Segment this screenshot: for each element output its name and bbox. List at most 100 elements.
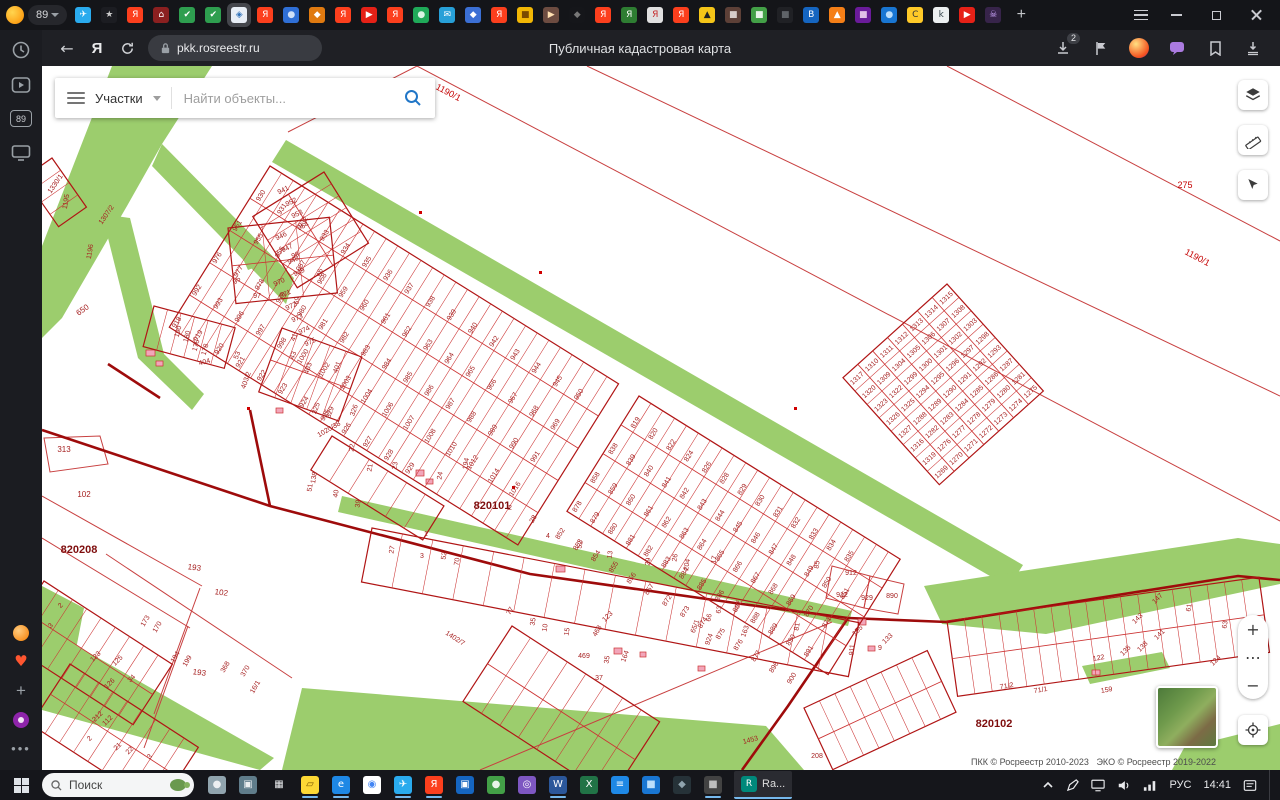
browser-tab[interactable]: ◈ — [227, 3, 252, 27]
browser-tab[interactable]: Я — [123, 3, 147, 27]
browser-tab[interactable]: Я — [591, 3, 615, 27]
taskbar-app-icon[interactable]: ▦ — [268, 772, 290, 798]
notification-icon[interactable] — [1243, 779, 1257, 792]
browser-tab[interactable]: Я — [487, 3, 511, 27]
basemap-preview[interactable] — [1156, 686, 1218, 748]
browser-tab[interactable]: Я — [331, 3, 355, 27]
browser-tab[interactable]: ■ — [747, 3, 771, 27]
browser-tab[interactable]: ▲ — [695, 3, 719, 27]
browser-tab[interactable]: Я — [643, 3, 667, 27]
taskbar-app-icon[interactable]: ✈ — [392, 772, 414, 798]
alice-icon[interactable] — [13, 712, 29, 728]
back-button[interactable]: ← — [52, 34, 82, 62]
browser-tab[interactable]: ● — [409, 3, 433, 27]
taskbar-app-icon[interactable]: ■ — [702, 772, 724, 798]
browser-tab[interactable]: Я — [253, 3, 277, 27]
history-clock-icon[interactable] — [11, 40, 31, 60]
download-panel-button[interactable] — [1242, 37, 1264, 59]
video-play-icon[interactable] — [11, 75, 31, 95]
taskbar-app-icon[interactable]: Я — [423, 772, 445, 798]
zoom-out-button[interactable]: − — [1238, 671, 1268, 699]
browser-tab[interactable]: Я — [617, 3, 641, 27]
start-button[interactable] — [0, 770, 42, 800]
messenger-button[interactable] — [1166, 37, 1188, 59]
browser-tab[interactable]: ✉ — [435, 3, 459, 27]
browser-tab[interactable]: C — [903, 3, 927, 27]
taskbar-app-button[interactable]: R Ra... — [734, 771, 793, 799]
browser-tab[interactable]: Я — [383, 3, 407, 27]
sidebar-more-button[interactable]: ••• — [11, 741, 31, 756]
browser-tab[interactable]: ✔ — [201, 3, 225, 27]
taskbar-app-icon[interactable]: ▱ — [299, 772, 321, 798]
downloads-button[interactable]: 2 — [1052, 33, 1080, 59]
taskbar-app-icon[interactable]: W — [547, 772, 569, 798]
browser-tab[interactable]: ⌂ — [149, 3, 173, 27]
browser-tab[interactable]: ◆ — [305, 3, 329, 27]
browser-tab[interactable]: ▶ — [357, 3, 381, 27]
display-icon[interactable] — [1091, 779, 1106, 792]
browser-tab[interactable]: ◆ — [565, 3, 589, 27]
taskbar-search[interactable]: Поиск — [42, 773, 194, 797]
browser-tab[interactable]: ☠ — [981, 3, 1005, 27]
browser-tab[interactable]: ◆ — [461, 3, 485, 27]
taskbar-app-icon[interactable]: ● — [485, 772, 507, 798]
new-tab-button[interactable]: + — [1009, 3, 1033, 27]
taskbar-app-icon[interactable]: ▣ — [454, 772, 476, 798]
refresh-button[interactable] — [112, 34, 142, 62]
browser-tab[interactable]: ✈ — [71, 3, 95, 27]
taskbar-app-icon[interactable]: X — [578, 772, 600, 798]
browser-tab[interactable]: ▶ — [539, 3, 563, 27]
volume-icon[interactable] — [1117, 779, 1131, 792]
browser-tab[interactable]: ■ — [773, 3, 797, 27]
browser-tab[interactable]: ✔ — [175, 3, 199, 27]
clock[interactable]: 14:41 — [1203, 779, 1231, 791]
profile-avatar-icon[interactable] — [6, 6, 24, 24]
language-indicator[interactable]: РУС — [1169, 779, 1191, 791]
browser-tab[interactable]: ● — [279, 3, 303, 27]
search-icon[interactable] — [403, 88, 423, 108]
account-button[interactable] — [1128, 37, 1150, 59]
browser-tab[interactable]: ▲ — [825, 3, 849, 27]
close-button[interactable] — [1238, 0, 1274, 30]
zoom-more-button[interactable]: ⋯ — [1238, 643, 1268, 671]
sidebar-add-button[interactable]: + — [16, 682, 26, 699]
collections-button[interactable] — [1204, 37, 1226, 59]
screen-share-icon[interactable] — [11, 142, 31, 162]
ruler-button[interactable] — [1238, 125, 1268, 155]
bookmark-button[interactable] — [1090, 37, 1112, 59]
pen-icon[interactable] — [1066, 778, 1080, 792]
taskbar-app-icon[interactable]: ■ — [640, 772, 662, 798]
zoom-in-button[interactable]: + — [1238, 615, 1268, 643]
favorites-heart-icon[interactable]: ♥ — [14, 654, 27, 669]
sidebar-tab-counter[interactable]: 89 — [10, 110, 32, 127]
browser-tab[interactable]: ★ — [97, 3, 121, 27]
maximize-button[interactable] — [1198, 0, 1234, 30]
tray-expand-icon[interactable] — [1042, 779, 1054, 791]
emoji-status-icon[interactable] — [13, 625, 29, 641]
taskbar-app-icon[interactable]: ◉ — [361, 772, 383, 798]
browser-tab[interactable]: B — [799, 3, 823, 27]
category-chevron-icon[interactable] — [152, 95, 161, 101]
browser-tab[interactable]: ■ — [721, 3, 745, 27]
browser-tab[interactable]: ▶ — [955, 3, 979, 27]
select-arrow-button[interactable] — [1238, 170, 1268, 200]
taskbar-app-icon[interactable]: ◎ — [516, 772, 538, 798]
minimize-button[interactable] — [1158, 0, 1194, 30]
show-desktop-button[interactable] — [1269, 770, 1274, 800]
taskbar-app-icon[interactable]: e — [330, 772, 352, 798]
search-input[interactable] — [181, 89, 393, 107]
tab-counter[interactable]: 89 — [28, 5, 68, 25]
geolocation-button[interactable] — [1238, 715, 1268, 745]
browser-tab[interactable]: ● — [877, 3, 901, 27]
address-bar[interactable]: pkk.rosreestr.ru — [148, 35, 322, 61]
browser-tab[interactable]: k — [929, 3, 953, 27]
menu-icon[interactable] — [67, 92, 85, 104]
yandex-home-button[interactable]: Я — [82, 40, 112, 57]
taskbar-app-icon[interactable]: ▣ — [237, 772, 259, 798]
taskbar-app-icon[interactable]: ● — [206, 772, 228, 798]
cadastral-map[interactable]: 1330/111951307/21196650190 180176 17840497… — [42, 66, 1280, 770]
browser-tab[interactable]: Я — [669, 3, 693, 27]
layers-button[interactable] — [1238, 80, 1268, 110]
search-category[interactable]: Участки — [95, 91, 143, 106]
taskbar-app-icon[interactable]: ≡ — [609, 772, 631, 798]
